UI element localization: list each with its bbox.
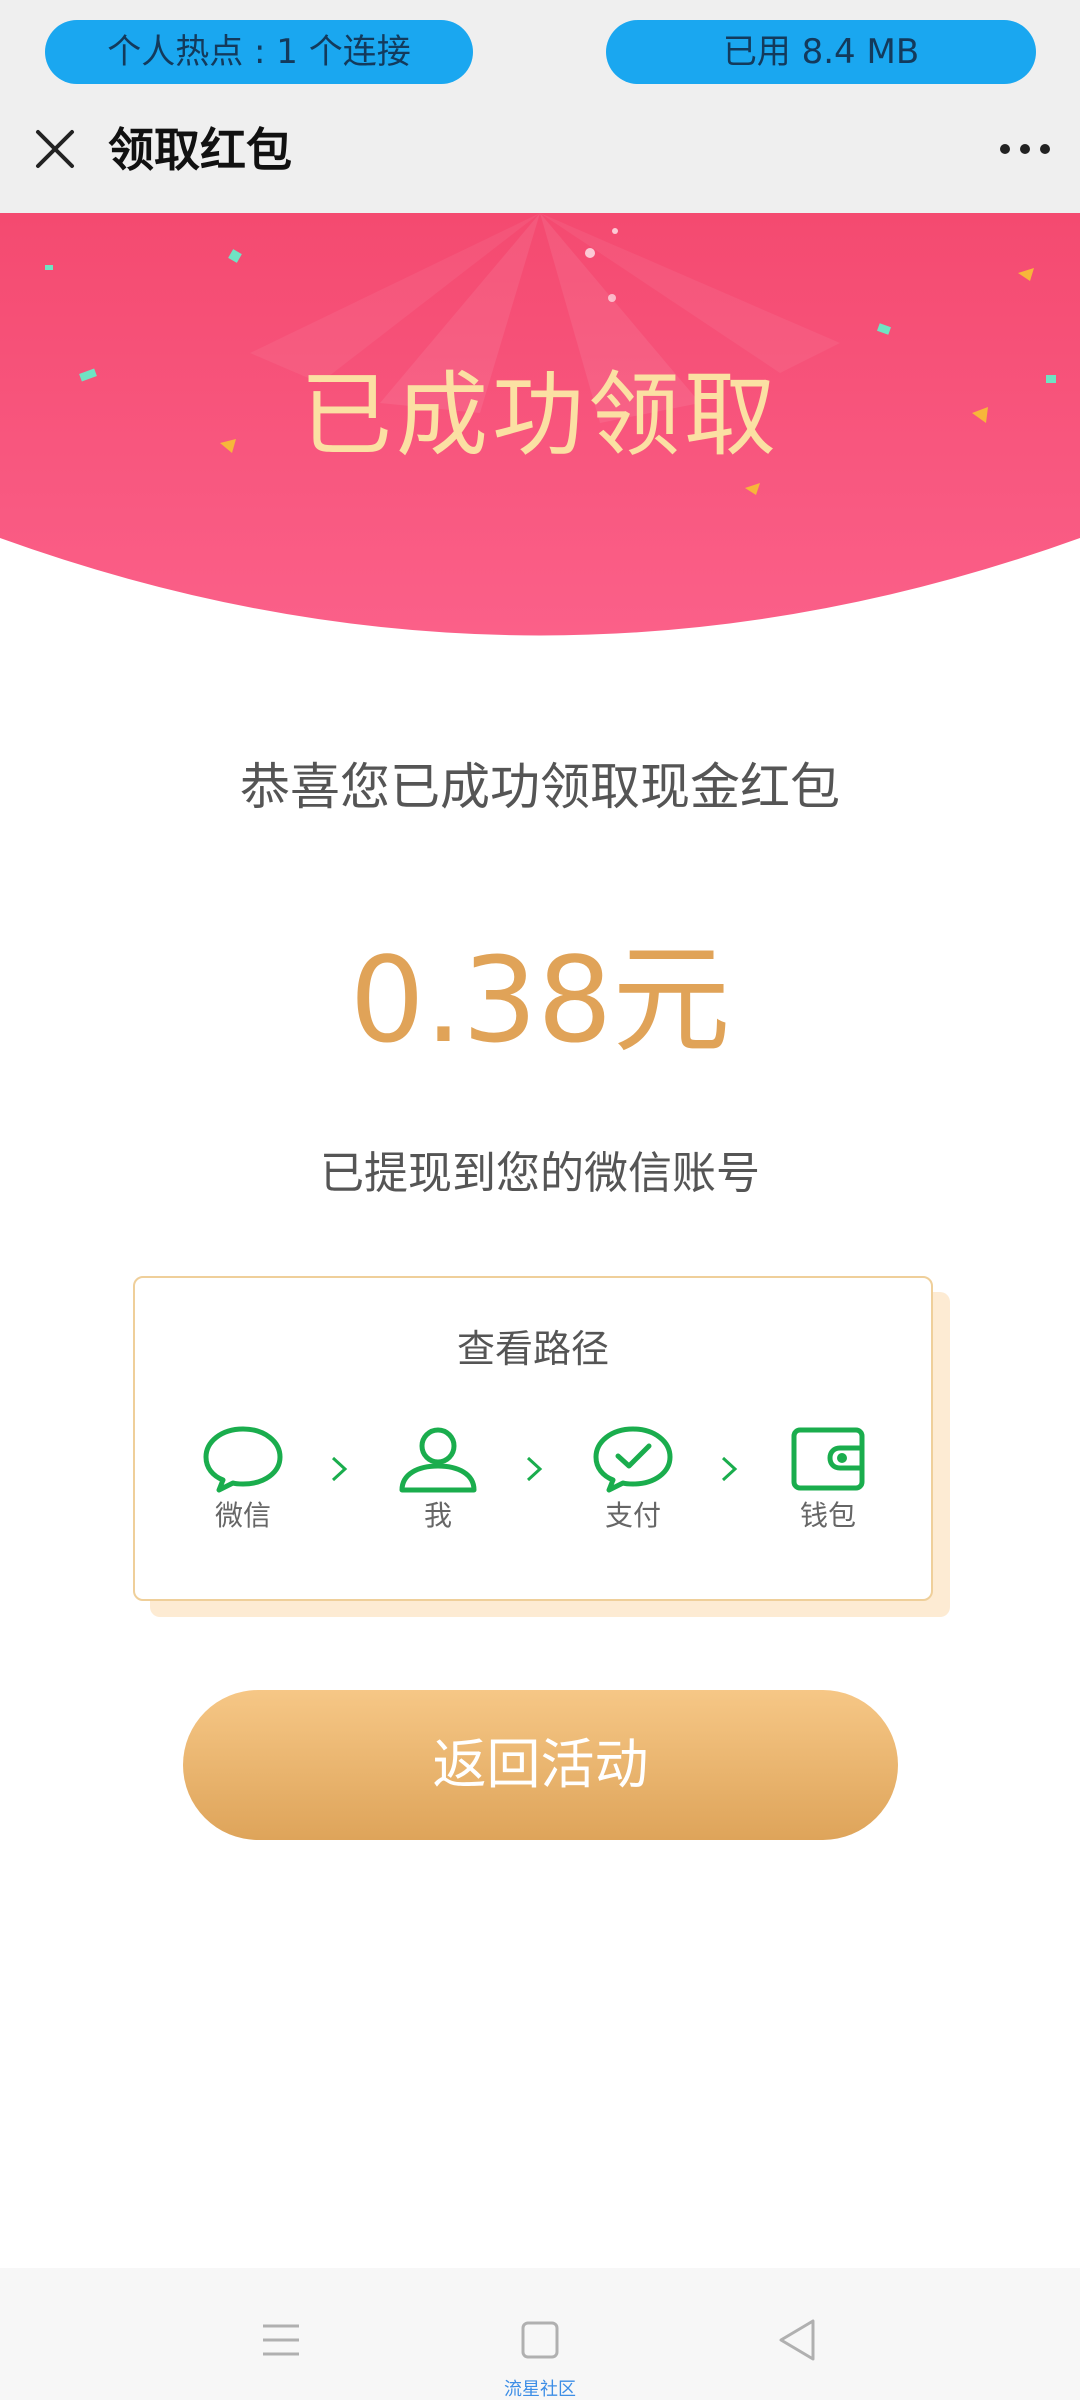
path-step-label: 支付 (604, 1499, 661, 1532)
return-to-activity-button[interactable]: 返回活动 (183, 1690, 898, 1840)
watermark-text: 流星社区 (504, 2379, 576, 2400)
pay-check-icon (593, 1426, 673, 1493)
chevron-right-icon (331, 1456, 348, 1482)
more-dots-icon (1000, 144, 1050, 154)
page-title: 领取红包 (108, 123, 292, 177)
nav-menu-button[interactable] (251, 2310, 311, 2370)
path-step-label: 我 (423, 1499, 452, 1532)
path-step-pay: 支付 (573, 1424, 693, 1534)
nav-back-button[interactable] (767, 2310, 827, 2370)
path-step-label: 钱包 (799, 1499, 856, 1532)
red-packet-result-screen: 个人热点 : 1 个连接 已用 8.4 MB 领取红包 已成功领取 恭喜您已成功… (0, 0, 1080, 2400)
user-icon (399, 1427, 477, 1493)
path-step-label: 微信 (214, 1499, 271, 1532)
back-triangle-icon (779, 2319, 815, 2361)
hotspot-status-pill[interactable]: 个人热点 : 1 个连接 (45, 20, 473, 84)
withdrawn-text: 已提现到您的微信账号 (320, 1148, 760, 1199)
amount-text: 0.38元 (349, 931, 731, 1069)
close-button[interactable] (22, 116, 88, 182)
banner-title: 已成功领取 (299, 362, 780, 469)
system-nav-bar: 流星社区 (0, 2268, 1080, 2400)
more-options-button[interactable] (992, 116, 1058, 182)
congrats-text: 恭喜您已成功领取现金红包 (240, 758, 840, 816)
success-banner: 已成功领取 (0, 213, 1080, 643)
path-step-wallet: 钱包 (768, 1424, 888, 1534)
menu-icon (263, 2324, 299, 2356)
wallet-icon (791, 1427, 865, 1491)
close-icon (36, 130, 74, 168)
home-square-icon (521, 2321, 559, 2359)
title-bar: 领取红包 (0, 100, 1080, 200)
chat-bubble-icon (203, 1426, 283, 1493)
path-card: 查看路径 微信 我 支付 钱包 (133, 1276, 933, 1601)
chevron-right-icon (721, 1456, 738, 1482)
path-card-title: 查看路径 (456, 1327, 609, 1371)
data-usage-pill[interactable]: 已用 8.4 MB (606, 20, 1036, 84)
chevron-right-icon (526, 1456, 543, 1482)
top-header-area: 个人热点 : 1 个连接 已用 8.4 MB 领取红包 (0, 0, 1080, 213)
path-step-wechat: 微信 (183, 1424, 303, 1534)
path-step-me: 我 (378, 1424, 498, 1534)
nav-home-button[interactable] (510, 2310, 570, 2370)
